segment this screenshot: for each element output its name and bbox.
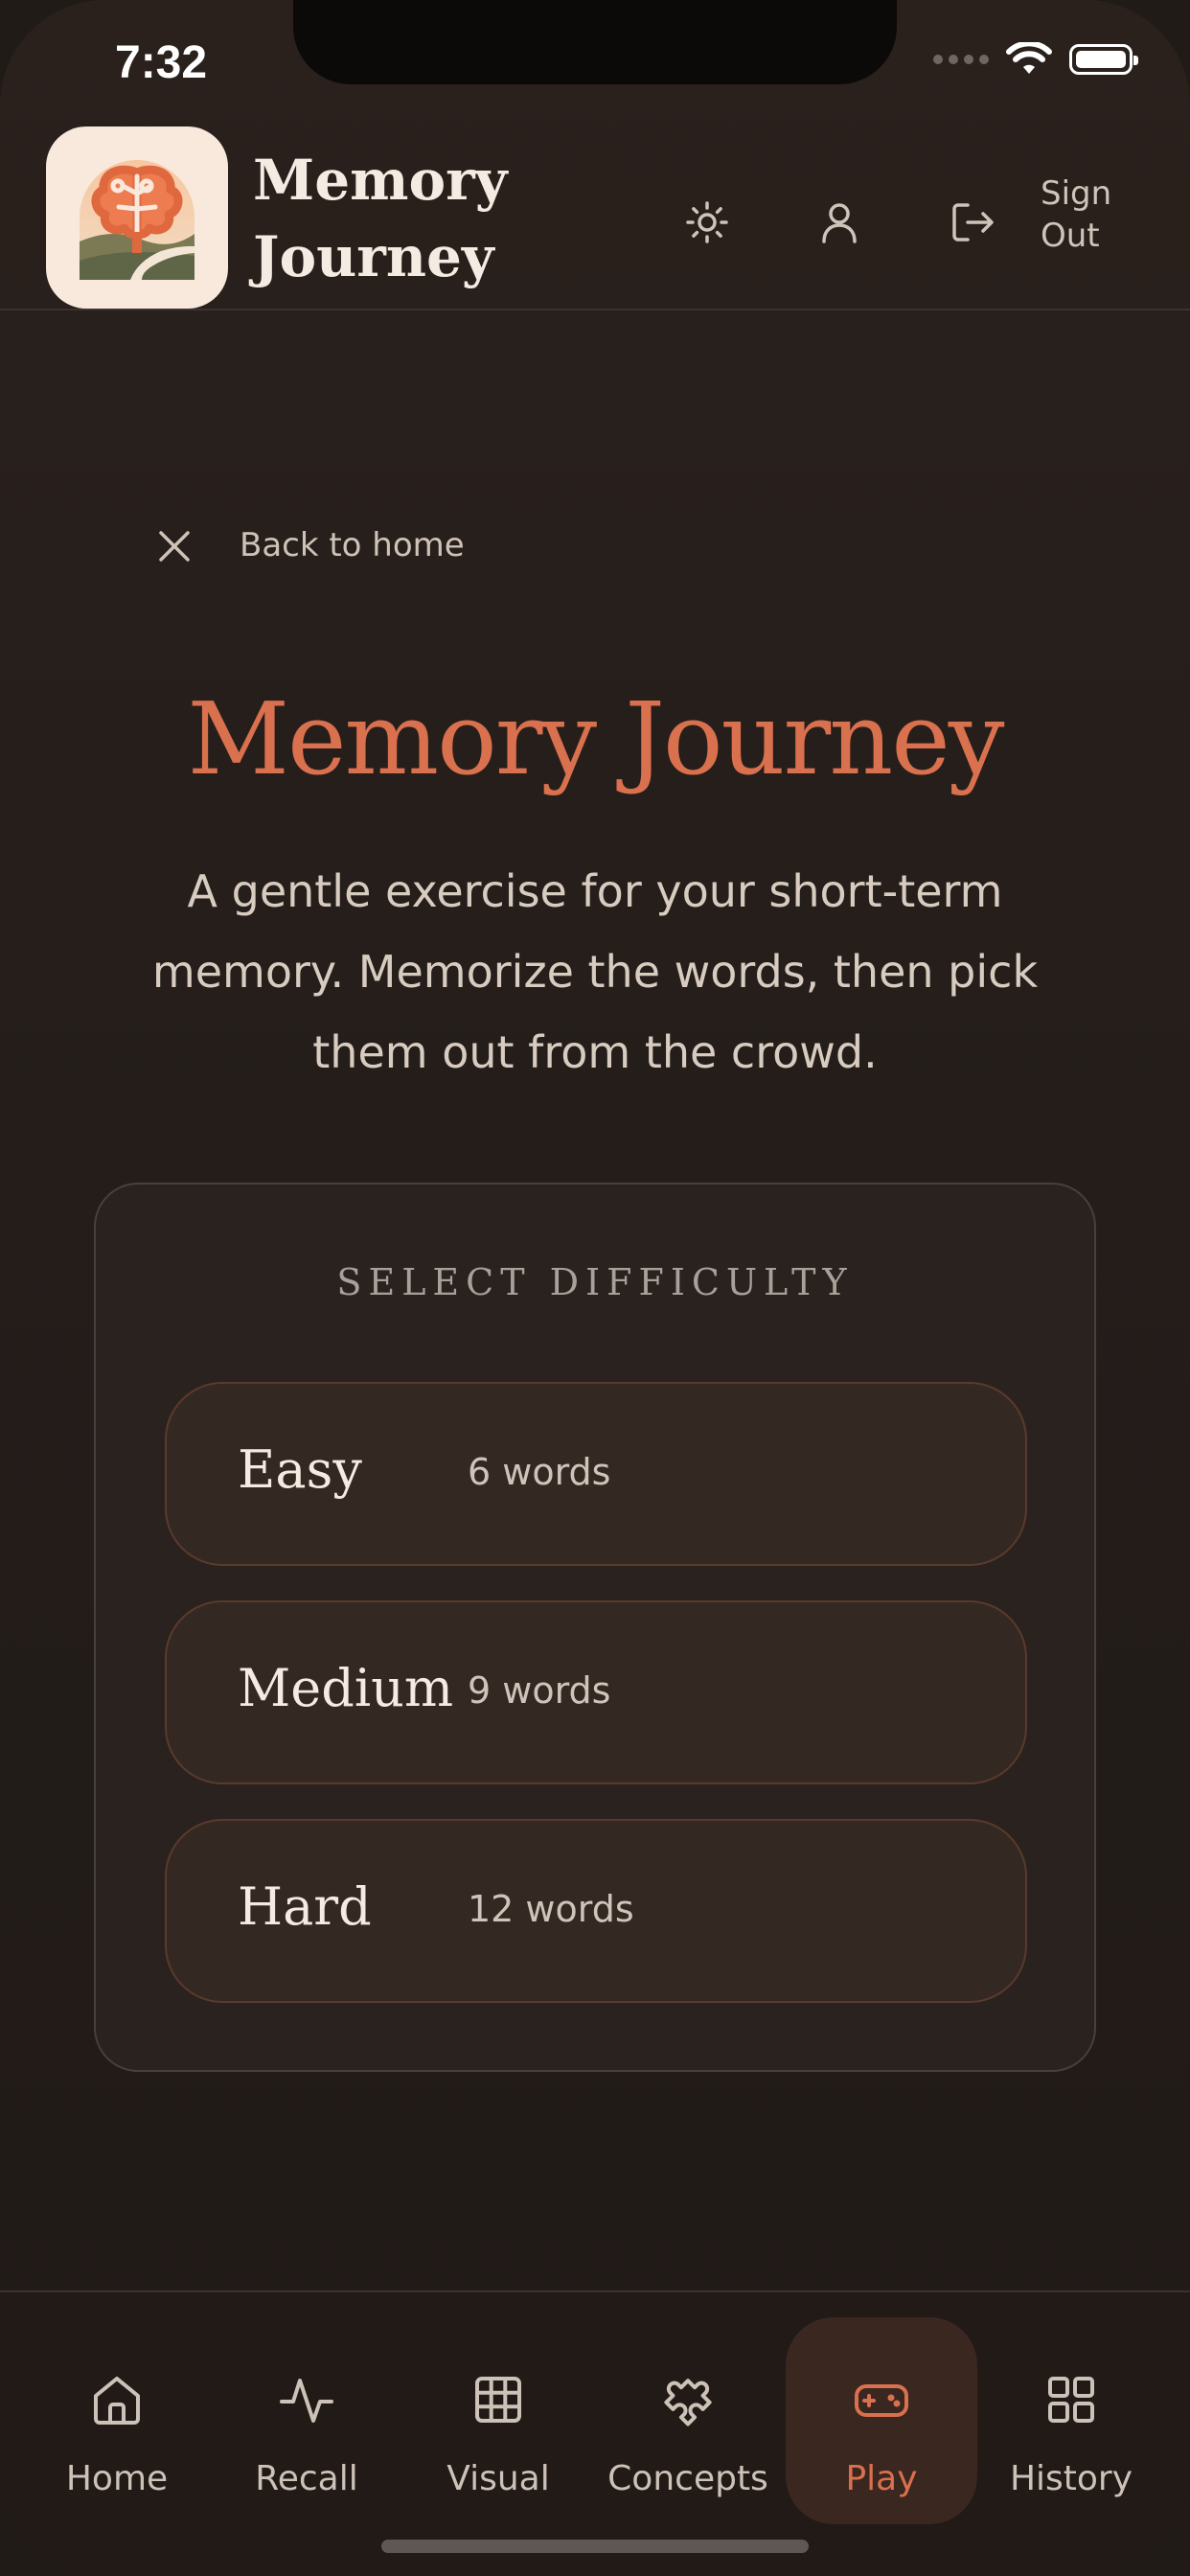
device-notch [293, 0, 897, 84]
gamepad-icon [855, 2384, 908, 2417]
bottom-nav: Home Recall Visual Concepts Play History [0, 2290, 1190, 2576]
difficulty-word-count: 12 words [468, 1888, 634, 1930]
app-logo[interactable] [46, 126, 228, 309]
wifi-icon [1006, 42, 1052, 74]
brain-landscape-logo-icon [80, 160, 195, 280]
app-header: Memory Journey Sign Out [0, 115, 1190, 310]
difficulty-name: Easy [238, 1439, 362, 1500]
difficulty-name: Hard [238, 1876, 372, 1937]
difficulty-option-medium[interactable]: Medium 9 words [165, 1600, 1027, 1784]
cellular-signal-icon [933, 55, 989, 64]
difficulty-word-count: 9 words [468, 1669, 611, 1712]
status-indicators [933, 42, 1138, 77]
back-to-home-button[interactable] [153, 525, 195, 567]
status-time: 7:32 [115, 37, 208, 88]
tab-label: History [1009, 2459, 1133, 2498]
difficulty-option-easy[interactable]: Easy 6 words [165, 1382, 1027, 1566]
puzzle-icon [664, 2379, 712, 2426]
profile-button[interactable] [809, 192, 870, 253]
theme-toggle-button[interactable] [676, 192, 738, 253]
pulse-icon [280, 2379, 333, 2423]
tab-concepts[interactable]: Concepts [592, 2317, 784, 2524]
tab-play[interactable]: Play [786, 2317, 977, 2524]
page-title: Memory Journey [187, 680, 1004, 797]
difficulty-card: SELECT DIFFICULTY Easy 6 words Medium 9 … [94, 1183, 1096, 2072]
app-title: Memory Journey [253, 148, 508, 289]
difficulty-name: Medium [238, 1658, 454, 1718]
tab-home[interactable]: Home [21, 2317, 213, 2524]
difficulty-option-hard[interactable]: Hard 12 words [165, 1819, 1027, 2003]
difficulty-heading: SELECT DIFFICULTY [336, 1261, 854, 1303]
user-icon [822, 203, 857, 243]
grid-icon [475, 2377, 521, 2423]
battery-icon [1069, 44, 1138, 75]
tab-history[interactable]: History [975, 2317, 1167, 2524]
tab-recall[interactable]: Recall [211, 2317, 402, 2524]
back-to-home-label[interactable]: Back to home [240, 526, 465, 564]
sign-out-label[interactable]: Sign Out [1041, 172, 1136, 257]
tab-visual[interactable]: Visual [402, 2317, 594, 2524]
home-icon [94, 2377, 140, 2425]
dashboard-icon [1048, 2377, 1094, 2423]
page-subtitle: A gentle exercise for your short-term me… [151, 865, 1039, 1078]
difficulty-word-count: 6 words [468, 1451, 611, 1493]
close-icon [159, 531, 190, 562]
app-screen: 7:32 Memory Journey Sign Out Back to hom… [0, 0, 1190, 2576]
sun-icon [686, 201, 728, 243]
logout-icon [952, 203, 994, 242]
sign-out-button[interactable] [941, 192, 1002, 253]
home-indicator [381, 2540, 809, 2553]
